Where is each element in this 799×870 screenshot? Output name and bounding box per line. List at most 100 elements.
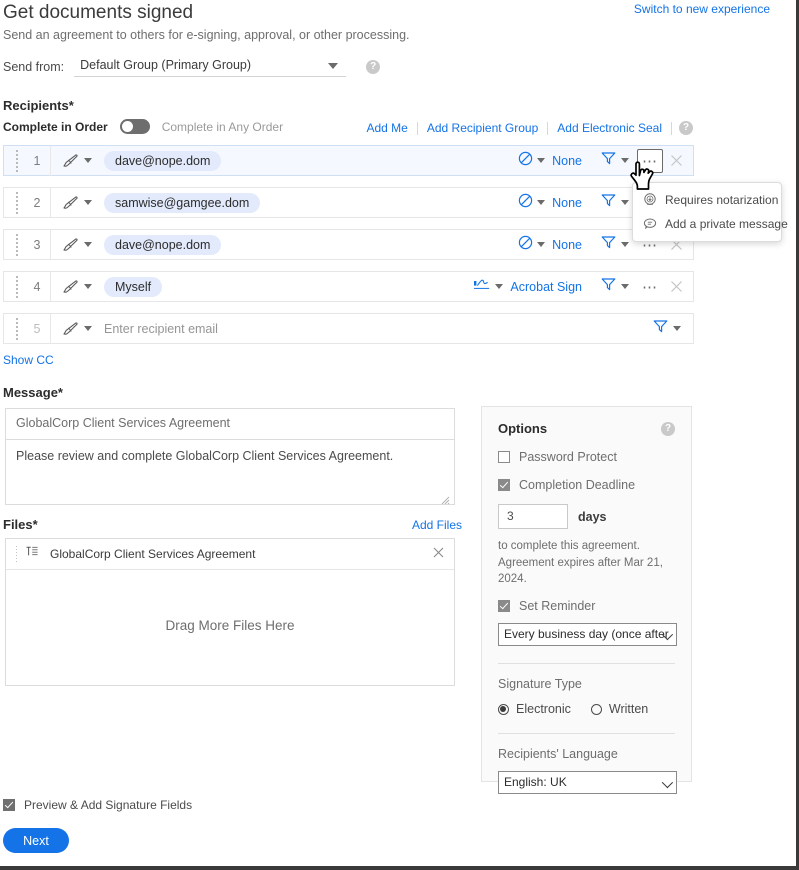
help-icon-recipients[interactable]: ? bbox=[679, 121, 693, 135]
drag-handle-icon[interactable] bbox=[14, 545, 19, 563]
recipient-authentication-value: None bbox=[552, 195, 582, 210]
signature-pen-icon bbox=[62, 153, 80, 169]
drag-handle-icon[interactable] bbox=[10, 233, 24, 257]
textarea-resize-grip[interactable] bbox=[440, 492, 450, 505]
recipient-more-options-button[interactable]: ⋯ bbox=[637, 275, 663, 299]
recipient-role-select[interactable] bbox=[62, 153, 92, 169]
add-recipient-group-link[interactable]: Add Recipient Group bbox=[418, 121, 547, 135]
radio-written[interactable] bbox=[590, 703, 602, 715]
recipients-language-select[interactable]: English: UK bbox=[498, 771, 677, 795]
signature-type-radios: Electronic Written bbox=[498, 702, 675, 716]
deadline-days-input[interactable]: 3 bbox=[498, 504, 568, 529]
recipient-role-select[interactable] bbox=[62, 237, 92, 253]
divider bbox=[498, 733, 675, 735]
recipient-row[interactable]: 5 Enter recipient email bbox=[3, 313, 694, 344]
recipient-rows: 1 dave@nope.dom None ⋯ 2 samwise@gamgee.dom No… bbox=[3, 145, 694, 355]
chevron-down-icon bbox=[84, 242, 92, 247]
signature-pen-icon bbox=[62, 237, 80, 253]
recipient-delivery-method-select[interactable] bbox=[600, 234, 629, 255]
divider bbox=[498, 663, 675, 665]
set-reminder-row[interactable]: Set Reminder bbox=[498, 599, 675, 613]
files-dropzone[interactable]: GlobalCorp Client Services Agreement Dra… bbox=[5, 538, 455, 686]
recipient-delivery-method-select[interactable] bbox=[600, 276, 629, 297]
message-label-text: Message bbox=[3, 385, 58, 400]
recipient-delivery-method-select[interactable] bbox=[600, 192, 629, 213]
radio-written-label[interactable]: Written bbox=[609, 702, 648, 716]
days-unit-label: days bbox=[578, 509, 607, 524]
acrobat-sign-icon bbox=[473, 277, 491, 297]
recipient-row-actions: Acrobat Sign ⋯ bbox=[473, 272, 693, 301]
toggle-knob bbox=[121, 121, 133, 132]
recipient-row[interactable]: 1 dave@nope.dom None ⋯ bbox=[3, 145, 694, 176]
menu-item-requires-notarization[interactable]: Requires notarization bbox=[633, 188, 781, 212]
recipient-authentication-select[interactable]: None bbox=[518, 235, 582, 255]
recipient-role-select[interactable] bbox=[62, 195, 92, 211]
drag-handle-icon[interactable] bbox=[10, 191, 24, 215]
completion-deadline-checkbox[interactable] bbox=[498, 479, 510, 491]
menu-item-add-private-message[interactable]: Add a private message bbox=[633, 212, 788, 236]
password-protect-checkbox[interactable] bbox=[498, 451, 510, 463]
add-files-link[interactable]: Add Files bbox=[412, 518, 462, 532]
no-auth-icon bbox=[518, 235, 533, 255]
signature-type-label: Signature Type bbox=[498, 677, 582, 692]
recipient-authentication-value: None bbox=[552, 237, 582, 252]
reminder-frequency-value: Every business day (once after bbox=[504, 627, 669, 642]
recipient-authentication-select[interactable]: Acrobat Sign bbox=[473, 277, 582, 297]
options-panel: Options ? Password Protect Completion De… bbox=[481, 406, 692, 795]
recipient-delivery-method-select[interactable] bbox=[652, 318, 681, 339]
required-asterisk: * bbox=[68, 98, 74, 113]
recipient-authentication-select[interactable]: None bbox=[518, 151, 582, 171]
deadline-note-line2: Agreement expires after Mar 21, 2024. bbox=[498, 556, 663, 586]
recipient-more-options-button[interactable]: ⋯ bbox=[637, 148, 663, 173]
recipient-role-select[interactable] bbox=[62, 321, 92, 337]
password-protect-row[interactable]: Password Protect bbox=[498, 450, 675, 464]
file-name: GlobalCorp Client Services Agreement bbox=[50, 547, 256, 561]
deadline-days-row: 3 days bbox=[498, 504, 675, 529]
reminder-frequency-select[interactable]: Every business day (once after bbox=[498, 623, 677, 647]
recipient-email-pill[interactable]: dave@nope.dom bbox=[104, 150, 222, 171]
recipient-authentication-select[interactable]: None bbox=[518, 193, 582, 213]
add-electronic-seal-link[interactable]: Add Electronic Seal bbox=[548, 121, 671, 135]
recipient-row[interactable]: 4 Myself Acrobat Sign ⋯ bbox=[3, 271, 694, 302]
delivery-funnel-icon bbox=[600, 150, 617, 171]
drag-handle-icon[interactable] bbox=[10, 149, 24, 173]
recipient-email-pill[interactable]: Myself bbox=[104, 276, 163, 297]
recipient-row[interactable]: 3 dave@nope.dom None ⋯ bbox=[3, 229, 694, 260]
message-body-textarea[interactable]: Please review and complete GlobalCorp Cl… bbox=[5, 439, 455, 505]
add-me-link[interactable]: Add Me bbox=[367, 121, 417, 135]
completion-deadline-row[interactable]: Completion Deadline bbox=[498, 478, 675, 492]
send-from-select[interactable]: Default Group (Primary Group) bbox=[74, 56, 347, 77]
radio-electronic-label[interactable]: Electronic bbox=[516, 702, 571, 716]
recipient-row[interactable]: 2samwise@gamgee.domNone⋯ bbox=[3, 187, 694, 218]
switch-to-new-experience-link[interactable]: Switch to new experience bbox=[634, 2, 770, 16]
drag-handle-icon[interactable] bbox=[10, 275, 24, 299]
drag-handle-icon[interactable] bbox=[10, 317, 24, 341]
required-asterisk: * bbox=[57, 385, 63, 400]
recipient-email-pill[interactable]: dave@nope.dom bbox=[104, 234, 222, 255]
recipient-email-pill[interactable]: samwise@gamgee.dom bbox=[104, 192, 261, 213]
recipient-delivery-method-select[interactable] bbox=[600, 150, 629, 171]
preview-add-fields-row[interactable]: Preview & Add Signature Fields bbox=[3, 798, 192, 812]
set-reminder-checkbox[interactable] bbox=[498, 600, 510, 613]
recipient-email-input[interactable]: Enter recipient email bbox=[104, 322, 218, 336]
remove-recipient-button[interactable] bbox=[663, 275, 689, 299]
chevron-down-icon bbox=[537, 242, 546, 247]
divider bbox=[50, 145, 51, 176]
next-button[interactable]: Next bbox=[3, 828, 69, 853]
chevron-down-icon bbox=[621, 284, 629, 289]
remove-recipient-button[interactable] bbox=[663, 149, 689, 173]
chevron-down-icon bbox=[537, 158, 546, 163]
message-subject-input[interactable]: GlobalCorp Client Services Agreement bbox=[5, 408, 455, 439]
files-section-label: Files* bbox=[3, 517, 38, 532]
recipient-role-select[interactable] bbox=[62, 279, 92, 295]
show-cc-link[interactable]: Show CC bbox=[3, 353, 54, 367]
help-icon-options[interactable]: ? bbox=[661, 421, 675, 436]
preview-add-fields-checkbox[interactable] bbox=[3, 799, 15, 811]
no-auth-icon bbox=[518, 151, 533, 171]
radio-electronic[interactable] bbox=[498, 703, 509, 715]
file-list-item[interactable]: GlobalCorp Client Services Agreement bbox=[6, 539, 454, 570]
complete-order-toggle[interactable] bbox=[119, 119, 150, 134]
help-icon-send-from[interactable]: ? bbox=[366, 59, 381, 74]
remove-file-icon[interactable] bbox=[429, 543, 448, 565]
chevron-down-icon bbox=[537, 200, 546, 205]
